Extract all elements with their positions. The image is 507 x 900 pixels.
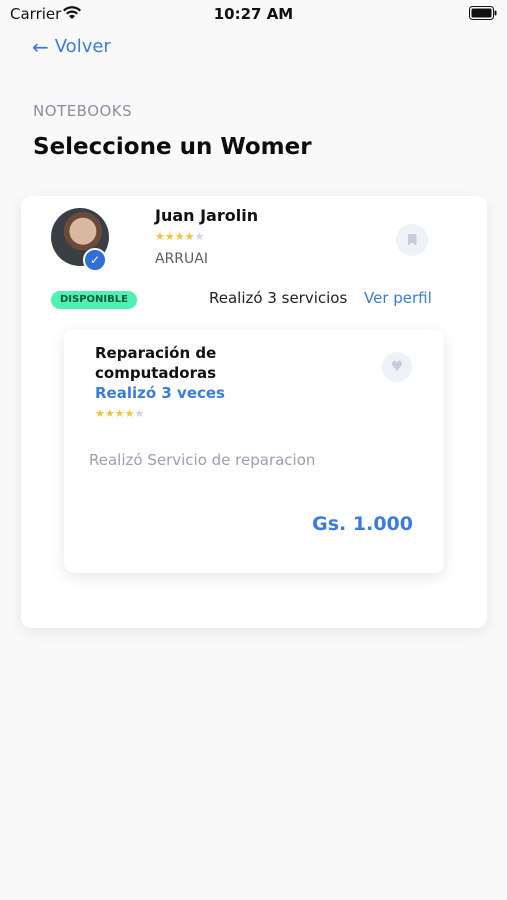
star-icon: ★ <box>164 230 175 243</box>
services-count: Realizó 3 servicios <box>209 289 348 307</box>
provider-card[interactable]: ✓ Juan Jarolin ★★★★★ ARRUAI DISPONIBLE R… <box>21 196 487 628</box>
verified-check-icon: ✓ <box>83 248 107 272</box>
service-name: Reparación de computadoras <box>95 344 217 382</box>
status-badge: DISPONIBLE <box>51 291 137 309</box>
star-empty-icon: ★ <box>194 230 205 243</box>
service-rating: ★★★★★ <box>95 407 144 420</box>
heart-icon: ♥ <box>390 359 404 375</box>
page-title: Seleccione un Womer <box>33 134 312 160</box>
arrow-left-icon: ← <box>32 34 49 59</box>
back-button[interactable]: ← Volver <box>32 36 111 57</box>
star-icon: ★ <box>104 407 115 420</box>
star-icon: ★ <box>124 407 135 420</box>
service-price: Gs. 1.000 <box>312 513 413 535</box>
star-empty-icon: ★ <box>134 407 145 420</box>
bookmark-icon <box>407 234 417 246</box>
star-icon: ★ <box>95 407 105 420</box>
clock: 10:27 AM <box>213 5 294 23</box>
provider-location: ARRUAI <box>155 251 208 267</box>
bookmark-button[interactable] <box>396 224 428 256</box>
provider-name: Juan Jarolin <box>155 206 259 225</box>
section-label: NOTEBOOKS <box>33 102 133 120</box>
star-icon: ★ <box>174 230 185 243</box>
service-times: Realizó 3 veces <box>95 384 225 402</box>
provider-rating: ★★★★★ <box>155 230 204 243</box>
back-label: Volver <box>54 36 111 57</box>
star-icon: ★ <box>114 407 125 420</box>
status-bar: Carrier 10:27 AM <box>0 0 507 28</box>
service-description: Realizó Servicio de reparacion <box>89 451 316 469</box>
view-profile-link[interactable]: Ver perfil <box>364 289 432 307</box>
star-icon: ★ <box>184 230 195 243</box>
star-icon: ★ <box>155 230 165 243</box>
battery-icon <box>469 6 497 20</box>
service-card[interactable]: Reparación de computadoras Realizó 3 vec… <box>64 329 444 573</box>
favorite-button[interactable]: ♥ <box>382 352 412 382</box>
